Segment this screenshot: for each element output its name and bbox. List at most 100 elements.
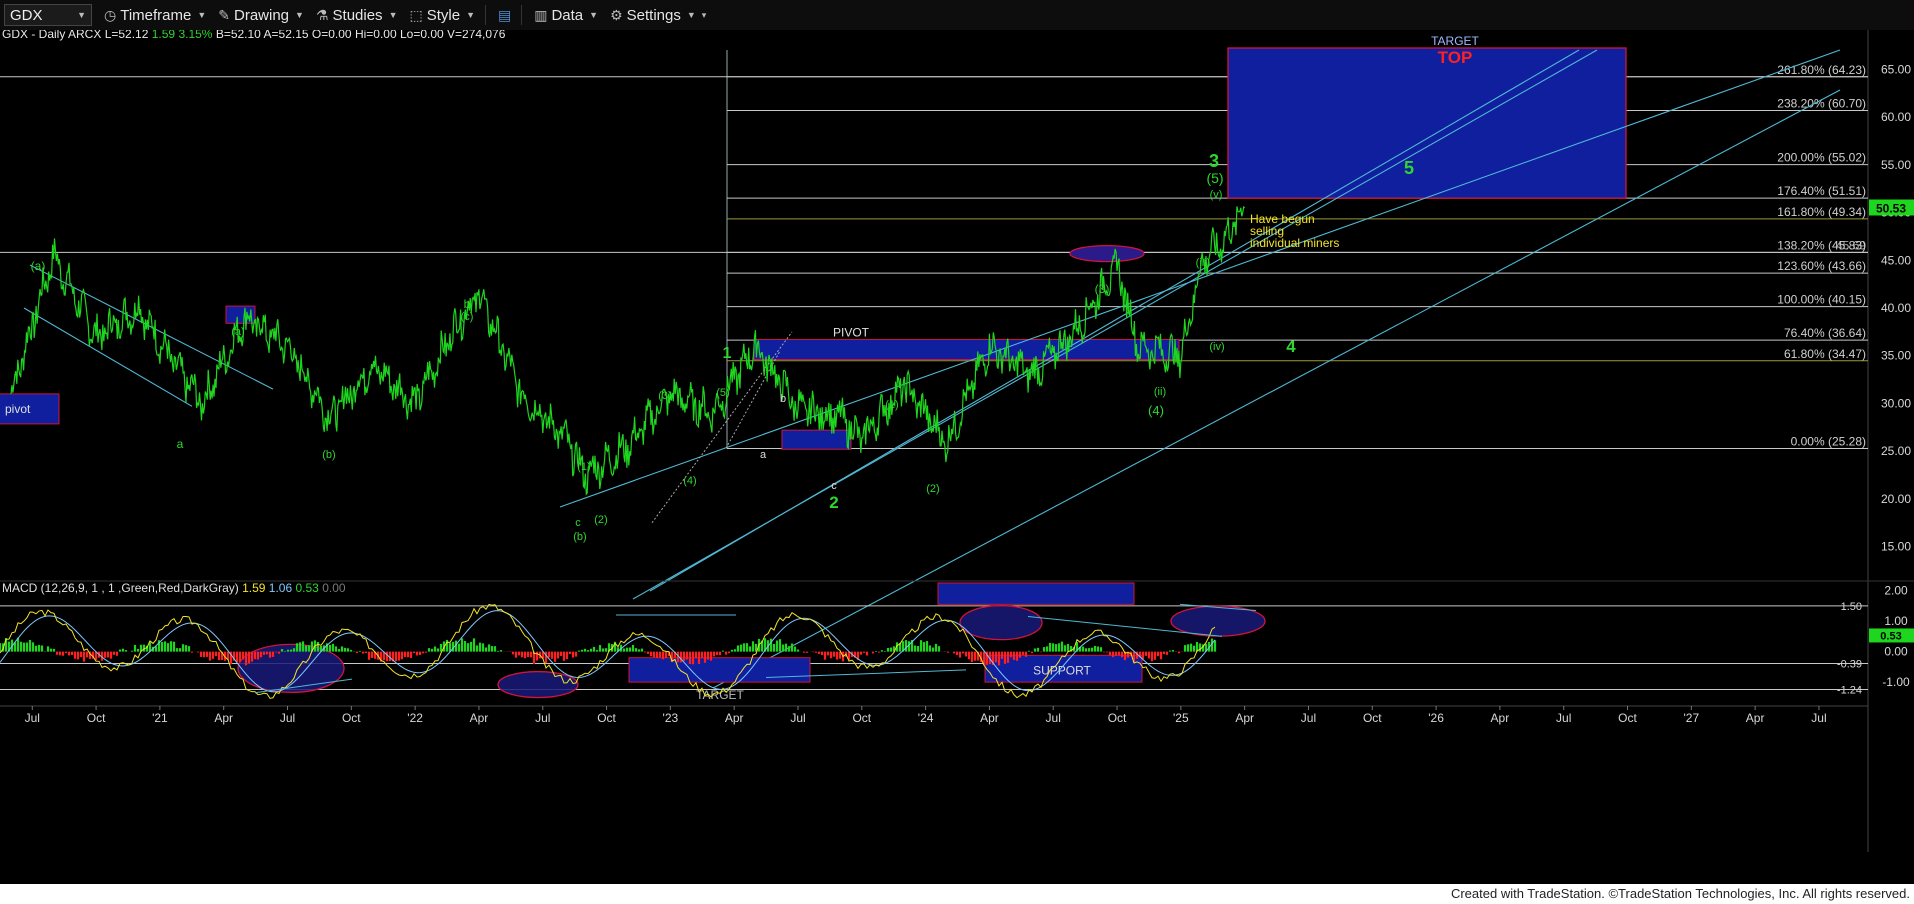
timeframe-label: Timeframe xyxy=(120,6,192,24)
more-icon: ▾ xyxy=(701,9,707,20)
macd-y-tick: 2.00 xyxy=(1884,584,1908,598)
wave-label: c xyxy=(831,480,837,492)
x-tick-label: '23 xyxy=(663,711,679,725)
support-box-small xyxy=(781,429,852,450)
x-tick-label: '27 xyxy=(1684,711,1700,725)
y-tick-label: 60.00 xyxy=(1881,110,1911,124)
chevron-down-icon: ▼ xyxy=(589,10,599,20)
macd-y-tick: 0.00 xyxy=(1884,645,1908,659)
wave-label: c xyxy=(575,517,581,529)
pivot-label: pivot xyxy=(5,402,31,416)
x-tick-label: Apr xyxy=(725,711,744,725)
macd-ellipse xyxy=(497,670,579,699)
settings-button[interactable]: ⚙ Settings ▼ ▾ xyxy=(610,7,706,24)
macd-target-label: TARGET xyxy=(696,688,744,702)
y-tick-label: 15.00 xyxy=(1881,540,1911,554)
x-tick-label: Jul xyxy=(280,711,295,725)
wave-label: (3) xyxy=(658,390,671,402)
chevron-down-icon: ▼ xyxy=(77,10,86,20)
wave-label: 2 xyxy=(829,493,838,512)
wave-label: (c) xyxy=(461,311,474,323)
wave-label: 5 xyxy=(1404,158,1414,178)
x-tick-label: Jul xyxy=(1811,711,1826,725)
toolbar-divider xyxy=(521,5,523,25)
wave-label: (1) xyxy=(577,461,590,473)
x-tick-label: '26 xyxy=(1428,711,1444,725)
x-tick-label: Oct xyxy=(1363,711,1382,725)
toolbar: GDX ▼ ◷ Timeframe ▼ ✎ Drawing ▼ ⚗ Studie… xyxy=(0,0,1914,31)
pencil-icon: ✎ xyxy=(218,6,230,23)
macd-box xyxy=(937,582,1135,605)
y-tick-label: 65.00 xyxy=(1881,62,1911,76)
wave-label: a xyxy=(760,449,767,461)
x-tick-label: Oct xyxy=(1618,711,1637,725)
wave-label: (2) xyxy=(926,483,939,495)
y-tick-label: 45.00 xyxy=(1881,253,1911,267)
x-tick-label: Jul xyxy=(1301,711,1316,725)
macd-target-box xyxy=(628,657,811,683)
macd-support-label: SUPPORT xyxy=(1033,664,1091,678)
chart-canvas[interactable]: GDX - Daily ARCX L=52.12 1.59 3.15% B=52… xyxy=(0,30,1914,884)
layout-icon: ▤ xyxy=(498,6,512,23)
target-box xyxy=(1227,47,1627,199)
x-tick-label: Jul xyxy=(790,711,805,725)
drawing-label: Drawing xyxy=(234,6,290,24)
x-tick-label: Apr xyxy=(1235,711,1254,725)
x-tick-label: Oct xyxy=(597,711,616,725)
symbol-text: GDX xyxy=(10,6,43,24)
wave-label: b xyxy=(464,297,471,311)
bar-chart-icon: ▥ xyxy=(534,6,548,23)
gear-icon: ⚙ xyxy=(610,6,623,23)
wave-label: (b) xyxy=(322,449,335,461)
wave-label: (iii) xyxy=(1196,257,1211,269)
macd-last-text: 0.53 xyxy=(1880,630,1901,642)
wave-label: (v) xyxy=(1210,189,1223,201)
studies-button[interactable]: ⚗ Studies ▼ xyxy=(316,7,398,24)
chevron-down-icon: ▼ xyxy=(388,10,398,20)
chevron-down-icon: ▼ xyxy=(686,10,696,20)
chevron-down-icon: ▼ xyxy=(295,10,304,20)
wave-label: (iv) xyxy=(1209,341,1224,353)
copyright-text: Created with TradeStation. ©TradeStation… xyxy=(1450,886,1910,901)
x-tick-label: Apr xyxy=(1491,711,1510,725)
timeframe-button[interactable]: ◷ Timeframe ▼ xyxy=(104,7,206,24)
x-tick-label: Oct xyxy=(852,711,871,725)
wave-label: (4) xyxy=(683,475,696,487)
top-label: TOP xyxy=(1438,48,1473,67)
x-tick-label: Apr xyxy=(470,711,489,725)
x-tick-label: '25 xyxy=(1173,711,1189,725)
fib-extra-label: 45.69 xyxy=(1836,238,1866,252)
footer: Created with TradeStation. ©TradeStation… xyxy=(0,884,1914,904)
symbol-selector[interactable]: GDX ▼ xyxy=(4,4,92,26)
wave-label: (2) xyxy=(594,514,607,526)
x-tick-label: Apr xyxy=(980,711,999,725)
pivot-zone-label: PIVOT xyxy=(833,325,870,339)
fib-label: 200.00% (55.02) xyxy=(1777,151,1866,165)
x-tick-label: Jul xyxy=(25,711,40,725)
toolbar-divider xyxy=(485,5,486,25)
wave-label: (5) xyxy=(716,387,729,399)
y-tick-label: 20.00 xyxy=(1881,492,1911,506)
fib-label: 100.00% (40.15) xyxy=(1777,293,1866,307)
x-tick-label: Apr xyxy=(214,711,233,725)
chart-background xyxy=(0,30,1914,884)
x-tick-label: Oct xyxy=(87,711,106,725)
note-text: individual miners xyxy=(1250,236,1339,250)
style-button[interactable]: ⬚ Style ▼ xyxy=(409,7,475,24)
macd-header: MACD (12,26,9, 1 , 1 ,Green,Red,DarkGray… xyxy=(2,581,346,595)
wave-label: (3) xyxy=(1095,282,1110,296)
layout-button[interactable]: ▤ xyxy=(498,7,511,24)
price-panel[interactable]: GDX - Daily ARCX L=52.12 1.59 3.15% B=52… xyxy=(0,30,1914,884)
wave-label: 3 xyxy=(1209,151,1219,171)
fib-label: 123.60% (43.66) xyxy=(1777,259,1866,273)
style-label: Style xyxy=(426,6,461,24)
wave-label: 4 xyxy=(1286,337,1296,356)
wave-label: (4) xyxy=(1148,403,1164,418)
fib-label: 238.20% (60.70) xyxy=(1777,96,1866,110)
fib-label: 0.00% (25.28) xyxy=(1791,434,1866,448)
wave-label: (a) xyxy=(31,259,46,273)
wave-label: (5) xyxy=(1206,170,1223,186)
data-button[interactable]: ▥ Data ▼ xyxy=(534,7,598,24)
macd-ellipse xyxy=(1170,605,1266,637)
drawing-button[interactable]: ✎ Drawing ▼ xyxy=(218,7,304,24)
